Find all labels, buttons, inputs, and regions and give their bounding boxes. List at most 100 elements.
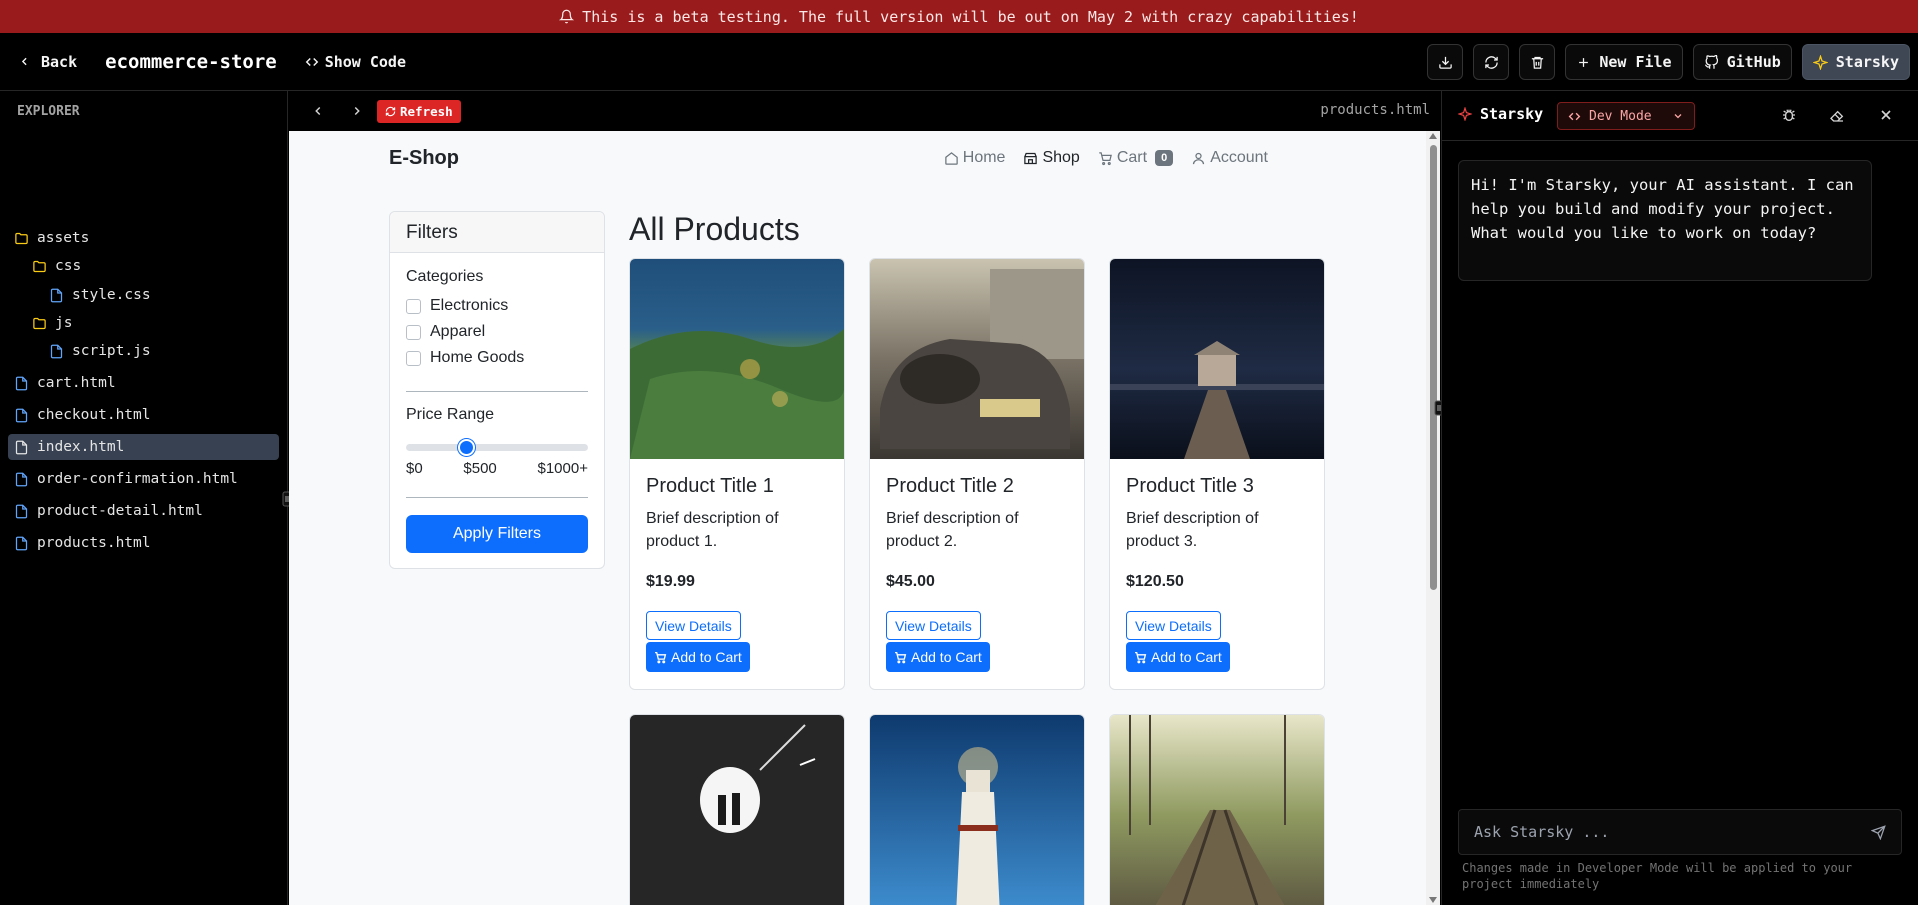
add-to-cart-button[interactable]: Add to Cart — [886, 642, 990, 672]
starsky-label: Starsky — [1835, 53, 1899, 71]
trash-icon — [1531, 56, 1543, 69]
tree-folder-assets[interactable]: assets — [14, 225, 89, 251]
checkbox[interactable] — [406, 298, 421, 314]
filters-card: Filters Categories Electronics Apparel H… — [389, 211, 605, 569]
category-label: Apparel — [430, 323, 486, 340]
tree-file-checkout-html[interactable]: checkout.html — [14, 402, 151, 428]
apply-filters-button[interactable]: Apply Filters — [406, 515, 588, 553]
refresh-button[interactable]: Refresh — [377, 100, 461, 123]
site-preview: E-Shop Home Shop Cart 0 Account Filters — [289, 131, 1426, 905]
chat-input[interactable]: Ask Starsky ... — [1458, 809, 1902, 855]
price-range-slider[interactable] — [406, 439, 588, 456]
github-button[interactable]: GitHub — [1692, 44, 1792, 80]
tree-label: index.html — [37, 439, 125, 455]
nav-home[interactable]: Home — [944, 149, 1005, 167]
download-button[interactable] — [1427, 44, 1464, 80]
file-icon — [15, 472, 28, 486]
product-image[interactable] — [1110, 259, 1324, 459]
file-icon — [15, 440, 28, 454]
bug-icon[interactable] — [1781, 107, 1797, 123]
code-icon — [305, 57, 318, 66]
delete-button[interactable] — [1519, 44, 1556, 80]
download-icon — [1439, 56, 1452, 69]
chevron-down-icon — [1674, 114, 1682, 119]
tree-file-order-confirmation-html[interactable]: order-confirmation.html — [14, 466, 238, 492]
price-max: $1000+ — [537, 460, 588, 477]
forward-arrow-icon[interactable] — [350, 104, 364, 118]
eraser-icon[interactable] — [1829, 107, 1845, 123]
product-price: $45.00 — [886, 573, 935, 590]
nav-account[interactable]: Account — [1191, 149, 1268, 167]
tree-label: assets — [37, 230, 90, 246]
nav-cart[interactable]: Cart 0 — [1098, 149, 1174, 167]
nav-shop-label: Shop — [1042, 149, 1080, 166]
folder-icon — [33, 260, 46, 272]
categories-label: Categories — [406, 268, 484, 285]
tree-file-script-js[interactable]: script.js — [49, 338, 151, 364]
price-range-labels: $0 $500 $1000+ — [406, 460, 588, 477]
tree-file-style-css[interactable]: style.css — [49, 282, 151, 308]
price-range-thumb[interactable] — [457, 439, 475, 456]
new-file-button[interactable]: New File — [1565, 44, 1683, 80]
checkbox[interactable] — [406, 350, 421, 366]
tree-folder-css[interactable]: css — [32, 253, 81, 279]
nav-shop[interactable]: Shop — [1023, 149, 1080, 167]
tree-file-products-html[interactable]: products.html — [14, 530, 151, 556]
scroll-up-arrow-icon[interactable] — [1429, 133, 1437, 139]
scroll-down-arrow-icon[interactable] — [1429, 897, 1437, 903]
scrollbar-thumb[interactable] — [1430, 145, 1437, 590]
product-title[interactable]: Product Title 3 — [1126, 475, 1254, 498]
tree-file-product-detail-html[interactable]: product-detail.html — [14, 498, 203, 524]
sync-button[interactable] — [1473, 44, 1510, 80]
home-icon — [945, 151, 958, 165]
page-title: All Products — [629, 211, 800, 247]
product-image[interactable] — [630, 259, 844, 459]
add-to-cart-button[interactable]: Add to Cart — [646, 642, 750, 672]
back-button[interactable]: Back — [18, 53, 77, 71]
checkbox[interactable] — [406, 324, 421, 340]
product-image[interactable] — [630, 715, 844, 905]
dev-mode-dropdown[interactable]: Dev Mode — [1557, 102, 1695, 130]
product-image[interactable] — [870, 715, 1084, 905]
file-icon — [50, 288, 63, 302]
file-explorer: EXPLORER assets css style.css js script.… — [0, 91, 294, 905]
top-actions: New File GitHub Starsky — [1427, 44, 1910, 80]
add-to-cart-label: Add to Cart — [911, 649, 982, 665]
add-to-cart-button[interactable]: Add to Cart — [1126, 642, 1230, 672]
show-code-button[interactable]: Show Code — [305, 53, 406, 71]
tree-folder-js[interactable]: js — [32, 310, 72, 336]
tree-file-index-html[interactable]: index.html — [8, 434, 279, 460]
divider — [406, 391, 588, 392]
category-apparel[interactable]: Apparel — [406, 323, 485, 341]
view-details-button[interactable]: View Details — [1126, 611, 1221, 640]
github-label: GitHub — [1726, 53, 1781, 71]
assistant-message: Hi! I'm Starsky, your AI assistant. I ca… — [1458, 160, 1872, 281]
product-image[interactable] — [1110, 715, 1324, 905]
site-brand[interactable]: E-Shop — [389, 147, 459, 170]
view-details-button[interactable]: View Details — [646, 611, 741, 640]
starsky-button[interactable]: Starsky — [1801, 44, 1910, 80]
product-title[interactable]: Product Title 1 — [646, 475, 774, 498]
shop-icon — [1024, 152, 1038, 164]
preview-scrollbar[interactable] — [1426, 131, 1440, 905]
file-icon — [15, 376, 28, 390]
tree-label: script.js — [72, 343, 151, 359]
plus-icon — [1579, 57, 1589, 67]
back-arrow-icon[interactable] — [311, 104, 325, 118]
tree-file-cart-html[interactable]: cart.html — [14, 370, 116, 396]
close-icon[interactable] — [1878, 107, 1894, 123]
category-electronics[interactable]: Electronics — [406, 297, 508, 315]
product-description: Brief description of product 2. — [886, 510, 1019, 550]
folder-icon — [33, 317, 46, 329]
dev-mode-label: Dev Mode — [1589, 108, 1652, 124]
preview-pane: Refresh products.html E-Shop Home Shop C… — [289, 91, 1440, 905]
product-image[interactable] — [870, 259, 1084, 459]
cart-icon — [1135, 651, 1147, 663]
category-home-goods[interactable]: Home Goods — [406, 349, 524, 367]
chevron-left-icon — [21, 57, 27, 66]
product-description: Brief description of product 3. — [1126, 510, 1259, 550]
product-card — [1109, 714, 1325, 905]
view-details-button[interactable]: View Details — [886, 611, 981, 640]
product-title[interactable]: Product Title 2 — [886, 475, 1014, 498]
send-icon[interactable] — [1871, 824, 1886, 840]
